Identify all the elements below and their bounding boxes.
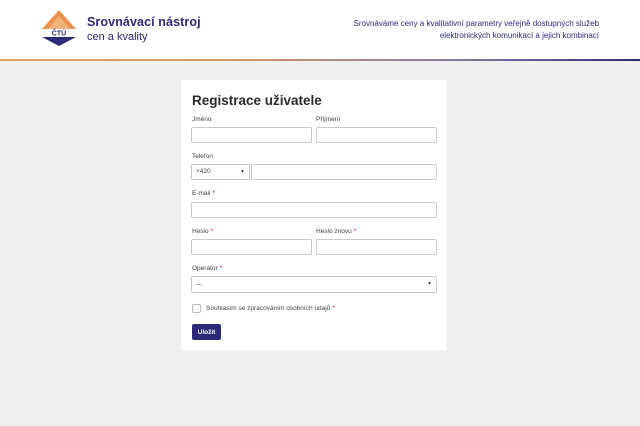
brand-subtitle: cen a kvality (87, 31, 148, 43)
last-name-input[interactable] (316, 127, 437, 143)
caret-down-icon: ▼ (240, 169, 245, 175)
caret-down-icon: ▼ (427, 281, 432, 287)
phone-prefix-select[interactable]: +420 ▼ (191, 164, 250, 180)
phone-input[interactable] (251, 164, 437, 180)
form-title: Registrace uživatele (192, 93, 322, 108)
phone-label: Telefon (192, 153, 213, 160)
phone-prefix-value: +420 (196, 168, 211, 175)
ctu-logo[interactable]: ČTÚ (41, 9, 77, 47)
email-label: E-mail * (192, 190, 215, 197)
header-tagline: Srovnáváme ceny a kvalitativní parametry… (353, 19, 599, 40)
required-marker: * (212, 190, 215, 197)
consent-checkbox[interactable] (192, 304, 201, 313)
operator-select[interactable]: --- ▼ (191, 276, 437, 293)
required-marker: * (219, 265, 223, 272)
registration-form: Registrace uživatele Jméno Příjmení Tele… (181, 80, 447, 350)
save-button[interactable]: Uložit (192, 324, 221, 340)
operator-value: --- (196, 281, 203, 288)
required-marker: * (210, 228, 214, 235)
password-again-label: Heslo znovu * (316, 228, 357, 235)
site-header: ČTÚ Srovnávací nástroj cen a kvality Sro… (0, 0, 640, 59)
last-name-label: Příjmení (316, 116, 341, 123)
brand-title[interactable]: Srovnávací nástroj (87, 15, 201, 29)
password-input[interactable] (191, 239, 312, 255)
first-name-label: Jméno (192, 116, 212, 123)
required-marker: * (353, 228, 357, 235)
consent-label[interactable]: Souhlasím se zpracováním osobních údajů * (206, 305, 335, 312)
logo-text: ČTÚ (52, 29, 66, 38)
email-input[interactable] (191, 202, 437, 218)
operator-label: Operátor * (192, 265, 223, 272)
required-marker: * (332, 305, 335, 312)
first-name-input[interactable] (191, 127, 312, 143)
password-label: Heslo * (192, 228, 214, 235)
header-divider (0, 59, 640, 61)
password-again-input[interactable] (316, 239, 437, 255)
